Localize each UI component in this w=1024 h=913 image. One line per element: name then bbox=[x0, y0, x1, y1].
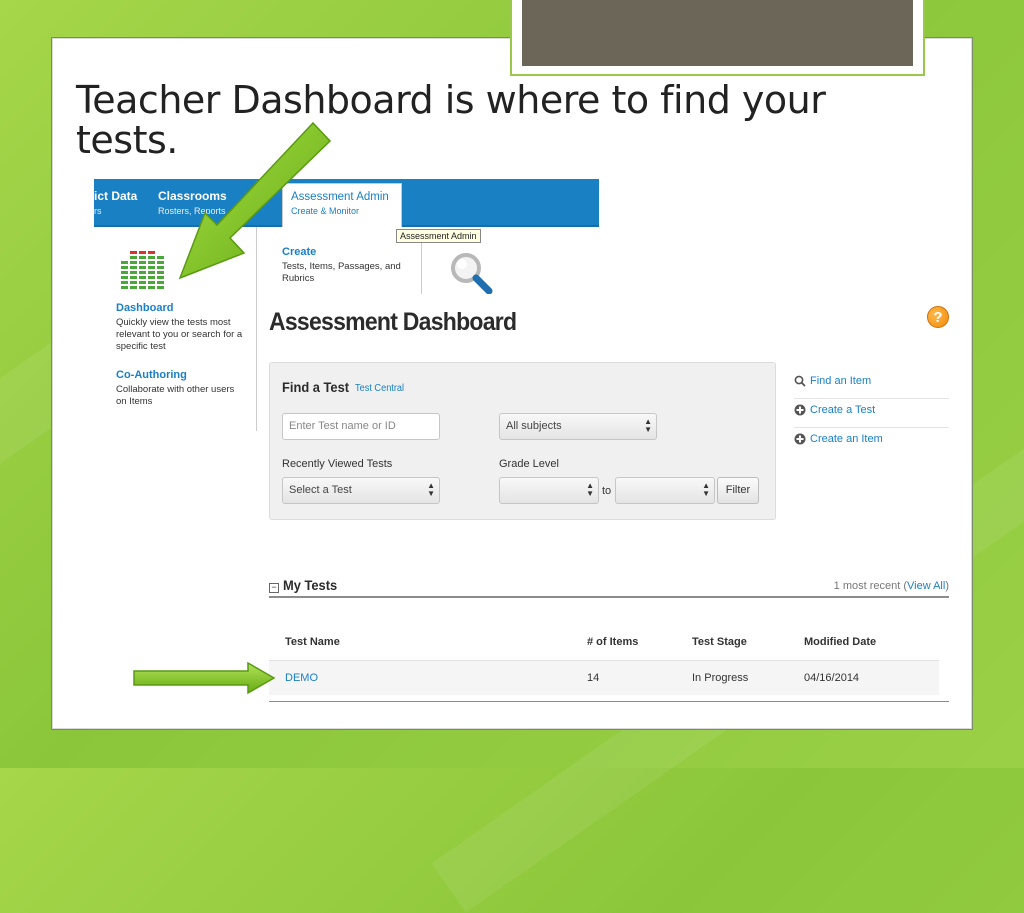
table-row[interactable]: DEMO 14 In Progress 04/16/2014 bbox=[269, 661, 939, 695]
magnifier-icon[interactable] bbox=[446, 249, 496, 297]
tooltip: Assessment Admin bbox=[396, 229, 481, 243]
nav-item-assessment-admin[interactable]: Assessment Admin Create & Monitor bbox=[282, 183, 402, 227]
item-count: 14 bbox=[587, 672, 600, 684]
select-arrows-icon: ▲ ▼ bbox=[644, 417, 652, 434]
nav-item-title: Assessment Admin bbox=[291, 191, 389, 203]
my-tests-title: My Tests bbox=[283, 577, 338, 593]
to-label: to bbox=[602, 485, 612, 497]
grade-level-label: Grade Level bbox=[499, 458, 559, 470]
recent-count: 1 most recent (View All) bbox=[834, 580, 949, 592]
find-an-item-link[interactable]: Find an Item bbox=[794, 370, 949, 399]
column-header[interactable]: # of Items bbox=[587, 636, 638, 648]
nav-item-title: ict Data bbox=[94, 189, 138, 203]
recent-close: ) bbox=[945, 580, 949, 592]
recent-text: 1 most recent ( bbox=[833, 580, 907, 592]
menu-divider bbox=[421, 241, 422, 295]
grade-to-select[interactable]: ▲ ▼ bbox=[615, 477, 715, 504]
search-icon bbox=[794, 375, 806, 387]
collapse-icon[interactable]: − bbox=[269, 583, 279, 593]
filter-button[interactable]: Filter bbox=[717, 477, 759, 504]
select-arrows-icon: ▲ ▼ bbox=[702, 481, 710, 498]
recently-viewed-label: Recently Viewed Tests bbox=[282, 458, 393, 470]
plus-circle-icon bbox=[794, 433, 806, 445]
slide-title: Teacher Dashboard is where to find your … bbox=[76, 78, 826, 162]
decorative-photo-frame bbox=[510, 0, 925, 76]
column-header[interactable]: Modified Date bbox=[804, 636, 876, 648]
side-links: Find an Item Create a Test Create an Ite… bbox=[794, 370, 949, 457]
top-navbar: ict Data rs Classrooms Rosters, Reports … bbox=[94, 179, 599, 227]
create-an-item-link[interactable]: Create an Item bbox=[794, 428, 949, 457]
test-search-input[interactable]: Enter Test name or ID bbox=[282, 413, 440, 440]
menu-coauthoring-link[interactable]: Co-Authoring bbox=[116, 369, 187, 381]
my-tests-header: − My Tests 1 most recent (View All) bbox=[269, 576, 949, 598]
test-name-link[interactable]: DEMO bbox=[285, 672, 318, 684]
nav-item-classrooms[interactable]: Classrooms Rosters, Reports bbox=[158, 189, 227, 216]
menu-dashboard-desc: Quickly view the tests most relevant to … bbox=[116, 317, 243, 352]
side-link-label: Find an Item bbox=[810, 375, 872, 387]
menu-create-link[interactable]: Create bbox=[282, 246, 316, 258]
nav-item-title: Classrooms bbox=[158, 189, 227, 203]
dashboard-bars-icon[interactable] bbox=[121, 251, 165, 293]
recent-tests-select-value: Select a Test bbox=[289, 484, 352, 496]
plus-circle-icon bbox=[794, 404, 806, 416]
view-all-link[interactable]: View All bbox=[907, 580, 945, 592]
column-header[interactable]: Test Stage bbox=[692, 636, 747, 648]
menu-coauthoring-desc: Collaborate with other users on Items bbox=[116, 384, 235, 407]
find-a-test-title: Find a Test bbox=[282, 379, 350, 395]
subject-select-value: All subjects bbox=[506, 420, 562, 432]
grade-from-select[interactable]: ▲ ▼ bbox=[499, 477, 599, 504]
recent-tests-select[interactable]: Select a Test ▲ ▼ bbox=[282, 477, 440, 504]
dashboard-screenshot: Assessment Dashboard ? Find a Test Test … bbox=[257, 294, 963, 716]
subject-select[interactable]: All subjects ▲ ▼ bbox=[499, 413, 657, 440]
side-link-label: Create a Test bbox=[810, 404, 876, 416]
select-arrows-icon: ▲ ▼ bbox=[427, 481, 435, 498]
column-header[interactable]: Test Name bbox=[285, 636, 340, 648]
menu-dashboard-link[interactable]: Dashboard bbox=[116, 302, 173, 314]
nav-item-subtitle: Rosters, Reports bbox=[158, 206, 226, 216]
create-a-test-link[interactable]: Create a Test bbox=[794, 399, 949, 428]
select-arrows-icon: ▲ ▼ bbox=[586, 481, 594, 498]
dashboard-title: Assessment Dashboard bbox=[269, 308, 517, 336]
nav-item-district-data[interactable]: ict Data rs bbox=[94, 189, 137, 216]
test-stage: In Progress bbox=[692, 672, 749, 684]
modified-date: 04/16/2014 bbox=[804, 672, 860, 684]
nav-item-subtitle: rs bbox=[94, 206, 102, 216]
help-icon[interactable]: ? bbox=[927, 306, 949, 328]
test-central-link[interactable]: Test Central bbox=[355, 383, 404, 394]
menu-create-desc: Tests, Items, Passages, and Rubrics bbox=[282, 261, 401, 284]
table-bottom-divider bbox=[269, 701, 949, 702]
side-link-label: Create an Item bbox=[810, 433, 883, 445]
nav-item-subtitle: Create & Monitor bbox=[291, 206, 360, 216]
find-a-test-panel: Find a Test Test Central Enter Test name… bbox=[269, 362, 776, 520]
